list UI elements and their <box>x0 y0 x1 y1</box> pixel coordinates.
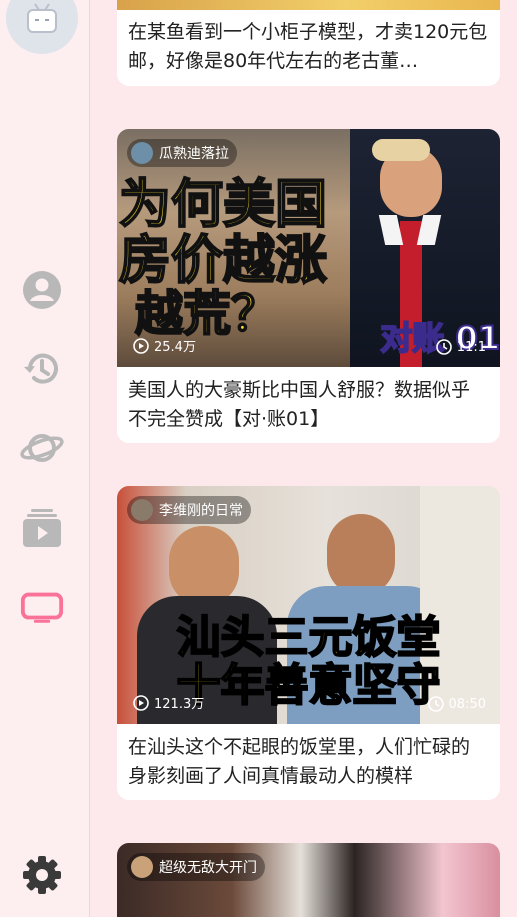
nav-history[interactable] <box>20 347 64 391</box>
history-icon <box>24 353 58 384</box>
video-title: 美国人的大豪斯比中国人舒服？数据似乎不完全赞成【对·账01】 <box>128 379 471 430</box>
settings-button[interactable] <box>20 853 64 897</box>
nav-videos[interactable] <box>20 506 64 550</box>
video-stack-icon <box>23 509 61 547</box>
video-thumbnail: 超级无敌大开门 <box>117 843 500 917</box>
play-count-icon <box>133 694 149 711</box>
video-thumbnail: 瓜熟迪落拉 为何美国 房价越涨 越荒？ 对账 01 25.4万 11:1 <box>117 129 500 367</box>
clock-icon <box>427 696 444 712</box>
video-thumbnail <box>117 0 500 10</box>
uploader-avatar <box>131 856 153 878</box>
video-card[interactable]: 李维刚的日常 汕头三元饭堂 十年善意坚守 121.3万 08:50 在汕头这个不… <box>117 486 500 800</box>
user-icon <box>23 271 61 309</box>
video-card[interactable]: 瓜熟迪落拉 为何美国 房价越涨 越荒？ 对账 01 25.4万 11:1 美国人… <box>117 129 500 443</box>
avatar[interactable] <box>6 0 78 54</box>
uploader-tag[interactable]: 瓜熟迪落拉 <box>127 139 237 167</box>
video-title: 在某鱼看到一个小柜子模型，才卖120元包邮，好像是80年代左右的老古董… <box>128 21 488 72</box>
duration: 08:50 <box>427 696 486 712</box>
video-card[interactable]: 在某鱼看到一个小柜子模型，才卖120元包邮，好像是80年代左右的老古董… <box>117 0 500 86</box>
uploader-name: 李维刚的日常 <box>159 503 243 519</box>
video-feed: 在某鱼看到一个小柜子模型，才卖120元包邮，好像是80年代左右的老古董… 瓜熟迪… <box>117 0 500 917</box>
uploader-avatar <box>131 499 153 521</box>
nav-explore[interactable] <box>20 426 64 470</box>
clock-icon <box>435 339 452 355</box>
uploader-tag[interactable]: 超级无敌大开门 <box>127 853 265 881</box>
play-count-icon <box>133 337 149 354</box>
video-card[interactable]: 超级无敌大开门 <box>117 843 500 917</box>
nav-user[interactable] <box>20 268 64 312</box>
thumbnail-headline: 为何美国 房价越涨 越荒？ <box>118 175 328 343</box>
nav-tv[interactable] <box>20 585 64 629</box>
tv-mascot-icon <box>27 3 57 33</box>
view-count: 25.4万 <box>133 336 196 355</box>
tv-icon <box>20 592 64 623</box>
view-count: 121.3万 <box>133 693 204 712</box>
duration: 11:1 <box>435 339 486 355</box>
uploader-avatar <box>131 142 153 164</box>
gear-icon <box>23 856 61 894</box>
video-title: 在汕头这个不起眼的饭堂里，人们忙碌的身影刻画了人间真情最动人的模样 <box>128 736 471 787</box>
uploader-tag[interactable]: 李维刚的日常 <box>127 496 251 524</box>
uploader-name: 超级无敌大开门 <box>159 860 257 876</box>
uploader-name: 瓜熟迪落拉 <box>159 146 229 162</box>
video-thumbnail: 李维刚的日常 汕头三元饭堂 十年善意坚守 121.3万 08:50 <box>117 486 500 724</box>
sidebar <box>0 0 90 917</box>
planet-icon <box>20 434 64 462</box>
